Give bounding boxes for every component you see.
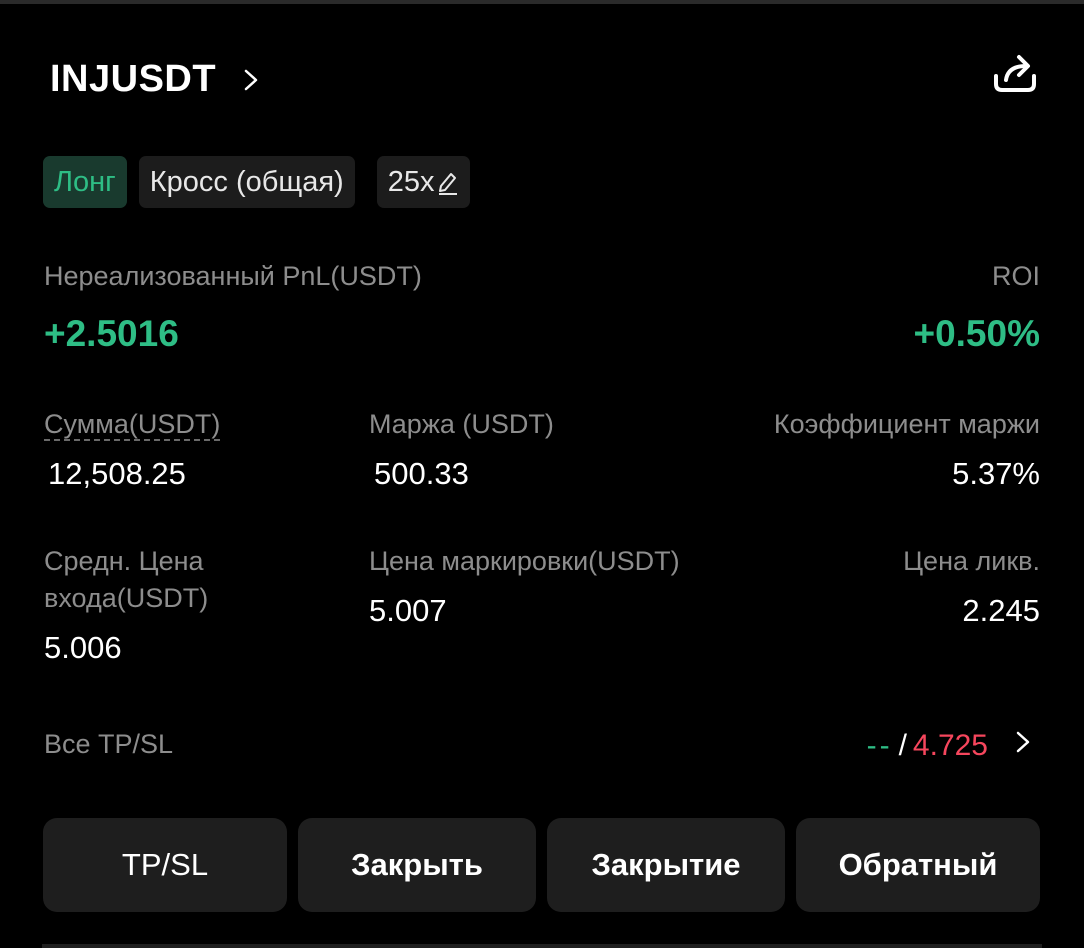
margin-ratio-label: Коэффициент маржи: [773, 409, 1040, 439]
size-value: 12,508.25: [48, 456, 186, 491]
unrealized-pnl-label: Нереализованный PnL(USDT): [44, 261, 422, 291]
chevron-right-icon: [1016, 731, 1030, 753]
margin-label: Маржа (USDT): [369, 409, 554, 439]
mark-price-value: 5.007: [369, 593, 447, 628]
liq-price-label: Цена ликв.: [903, 546, 1040, 576]
tpsl-separator: /: [898, 729, 907, 762]
symbol-header[interactable]: INJUSDT: [50, 58, 258, 101]
entry-price-label-line1: Средн. Цена: [44, 546, 204, 576]
tpsl-label: Все TP/SL: [44, 729, 174, 759]
leverage-value: 25x: [387, 166, 435, 198]
top-divider: [0, 0, 1084, 4]
margin-value: 500.33: [374, 456, 469, 491]
unrealized-pnl-value: +2.5016: [44, 313, 179, 354]
margin-mode-badge: Кросс (общая): [138, 156, 355, 208]
tpsl-button[interactable]: TP/SL: [43, 818, 287, 912]
margin-ratio-value: 5.37%: [952, 456, 1040, 491]
liq-price-value: 2.245: [962, 593, 1040, 628]
sl-value: 4.725: [912, 729, 988, 762]
edit-pencil-icon: [439, 173, 458, 195]
position-tags: Лонг Кросс (общая) 25x: [43, 156, 482, 208]
reverse-button[interactable]: Обратный: [796, 818, 1040, 912]
tpsl-row[interactable]: Все TP/SL --/4.725: [44, 724, 1040, 764]
size-label[interactable]: Сумма(USDT): [44, 406, 221, 443]
bottom-divider: [42, 944, 1042, 948]
tpsl-values: --/4.725: [867, 726, 988, 766]
symbol-title: INJUSDT: [50, 58, 217, 100]
entry-price-label-line2: входа(USDT): [44, 583, 209, 613]
share-icon[interactable]: [990, 50, 1040, 96]
close-button[interactable]: Закрыть: [298, 818, 536, 912]
side-badge: Лонг: [43, 156, 127, 208]
roi-label: ROI: [991, 261, 1040, 291]
tp-value: --: [866, 729, 893, 762]
close-all-button[interactable]: Закрытие: [547, 818, 785, 912]
size-label-text: Сумма(USDT): [44, 409, 221, 441]
entry-price-value: 5.006: [44, 630, 122, 665]
mark-price-label: Цена маркировки(USDT): [369, 546, 680, 576]
roi-value: +0.50%: [913, 313, 1040, 354]
chevron-right-icon: [244, 69, 258, 90]
leverage-button[interactable]: 25x: [376, 156, 471, 208]
